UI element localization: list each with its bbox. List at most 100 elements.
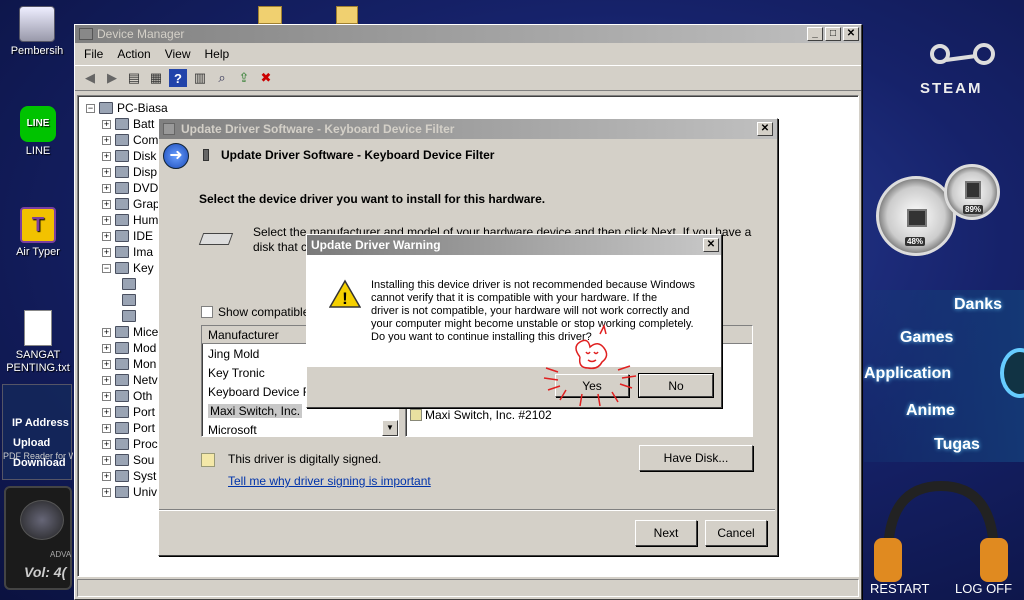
expand-icon[interactable]: + [102,359,111,369]
back-arrow-icon[interactable]: ◀ [81,69,99,87]
expand-icon[interactable]: + [102,487,111,497]
expand-icon[interactable]: + [102,439,111,449]
expand-icon[interactable]: + [102,215,111,225]
close-button[interactable]: ✕ [757,122,773,136]
menu-action[interactable]: Action [110,47,157,61]
expand-icon[interactable]: + [102,471,111,481]
yes-button[interactable]: Yes [555,374,629,397]
warning-title: Update Driver Warning [311,238,441,252]
folder-icon[interactable] [336,6,358,24]
expand-icon[interactable]: + [102,231,111,241]
tree-item[interactable]: + IDE [102,228,153,244]
tree-item[interactable]: + Sou [102,452,154,468]
have-disk-button[interactable]: Have Disk... [639,445,753,471]
close-button[interactable]: ✕ [843,27,859,41]
launcher-item-tugas[interactable]: Tugas [934,436,980,454]
tree-item[interactable]: + Ima [102,244,153,260]
expand-icon[interactable]: + [102,423,111,433]
scan-hardware-icon[interactable]: ⌕ [213,69,231,87]
collapse-icon[interactable]: − [102,263,111,273]
tree-item[interactable]: + Disk [102,148,156,164]
steam-widget[interactable]: STEAM [910,36,1016,100]
launcher-item-anime[interactable]: Anime [906,402,955,420]
tree-item[interactable] [122,276,140,292]
collapse-icon[interactable]: − [86,103,95,113]
tree-item[interactable]: + Mice [102,324,158,340]
expand-icon[interactable]: + [102,455,111,465]
menu-file[interactable]: File [77,47,110,61]
tree-root[interactable]: − PC-Biasa [86,100,168,116]
menu-view[interactable]: View [158,47,198,61]
launcher-item-danks[interactable]: Danks [954,296,1002,314]
maximize-button[interactable]: □ [825,27,841,41]
view-icon[interactable]: ▥ [191,69,209,87]
expand-icon[interactable]: + [102,183,111,193]
restart-button[interactable]: RESTART [870,581,929,596]
expand-icon[interactable]: + [102,343,111,353]
tree-item[interactable]: + Syst [102,468,156,484]
expand-icon[interactable]: + [102,407,111,417]
menu-help[interactable]: Help [198,47,237,61]
expand-icon[interactable]: + [102,167,111,177]
launcher-item-games[interactable]: Games [900,329,953,347]
tree-item[interactable]: + Oth [102,388,152,404]
tree-item[interactable]: + Mon [102,356,156,372]
no-button[interactable]: No [638,373,714,398]
recycle-bin-desktop-icon[interactable]: Pembersih [4,6,70,57]
logoff-button[interactable]: LOG OFF [955,581,1012,596]
cancel-button[interactable]: Cancel [705,520,767,546]
show-hide-console-icon[interactable]: ▤ [125,69,143,87]
tree-item[interactable]: + Disp [102,164,157,180]
tree-item-label: Hum [133,213,159,227]
scroll-down-button[interactable]: ▼ [382,420,398,436]
warning-titlebar[interactable]: Update Driver Warning ✕ [307,235,721,255]
update-driver-icon[interactable]: ⇪ [235,69,253,87]
expand-icon[interactable]: + [102,151,111,161]
expand-icon[interactable]: + [102,247,111,257]
tree-item[interactable]: + Netv [102,372,158,388]
device-category-icon [115,486,129,498]
show-compatible-checkbox[interactable]: Show compatible [201,305,309,319]
model-item[interactable]: Maxi Switch, Inc. #2102 [410,408,552,422]
expand-icon[interactable]: + [102,391,111,401]
next-button[interactable]: Next [635,520,697,546]
update-driver-titlebar[interactable]: Update Driver Software - Keyboard Device… [159,119,777,139]
tree-item[interactable]: + Port [102,404,155,420]
tree-item[interactable]: + DVD [102,180,158,196]
checkbox-box[interactable] [201,306,213,318]
tree-item[interactable]: + Port [102,420,155,436]
tree-item-label: Batt [133,117,155,131]
expand-icon[interactable]: + [102,135,111,145]
manufacturer-item[interactable]: Microsoft [202,420,398,437]
tree-item[interactable]: + Hum [102,212,158,228]
expand-icon[interactable]: + [102,327,111,337]
back-button[interactable]: ➜ [163,143,189,169]
expand-icon[interactable]: + [102,119,111,129]
tree-item[interactable]: + Mod [102,340,156,356]
tree-item[interactable]: + Univ [102,484,157,500]
tree-item[interactable]: + Batt [102,116,154,132]
folder-icon[interactable] [258,6,282,24]
tree-item[interactable]: + Com [102,132,158,148]
expand-icon[interactable]: + [102,375,111,385]
air-typer-desktop-icon[interactable]: T Air Typer [5,207,71,258]
help-icon[interactable]: ? [169,69,187,87]
launcher-item-application[interactable]: Application [864,365,951,383]
close-button[interactable]: ✕ [703,238,719,252]
tree-item[interactable]: − Key [102,260,154,276]
properties-icon[interactable]: ▦ [147,69,165,87]
driver-signing-link[interactable]: Tell me why driver signing is important [228,474,431,488]
tree-item[interactable] [122,292,140,308]
expand-icon[interactable]: + [102,199,111,209]
line-desktop-icon[interactable]: LINE LINE [5,106,71,157]
forward-arrow-icon[interactable]: ▶ [103,69,121,87]
tree-item[interactable]: + Proc [102,436,158,452]
uninstall-icon[interactable]: ✖ [257,69,275,87]
text-file-desktop-icon[interactable]: SANGAT PENTING.txt [5,310,71,375]
warning-message: Installing this device driver is not rec… [371,279,713,344]
tree-item[interactable] [122,308,140,324]
keyboard-icon [198,233,234,245]
minimize-button[interactable]: _ [807,27,823,41]
device-manager-titlebar[interactable]: Device Manager _ □ ✕ [75,25,861,43]
tree-item[interactable]: + Grap [102,196,160,212]
